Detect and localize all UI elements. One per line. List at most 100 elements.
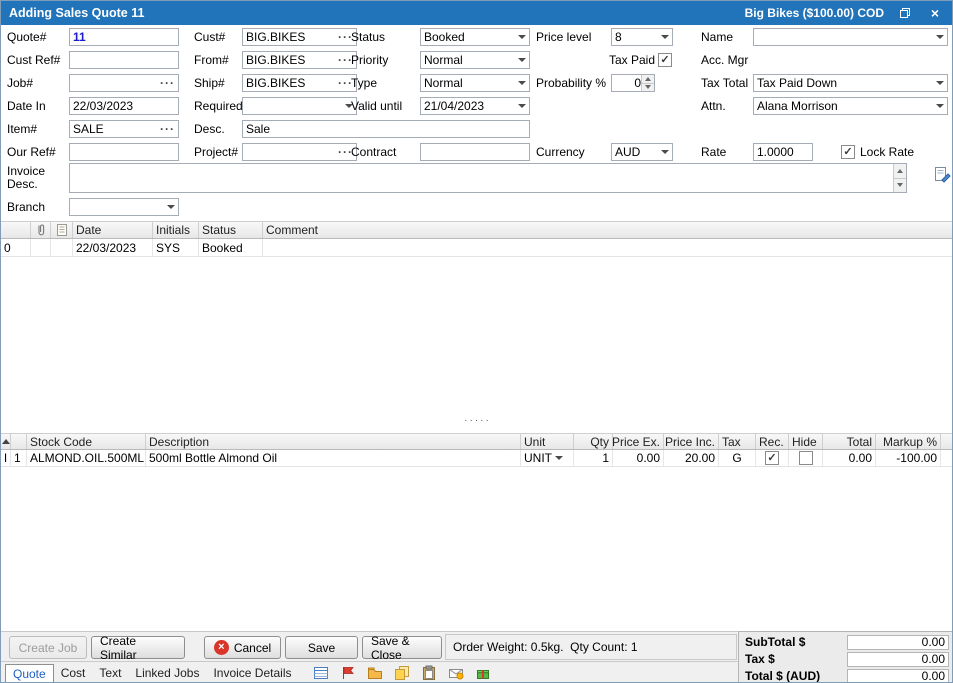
- item-qty-cell[interactable]: 1: [574, 450, 613, 466]
- unit-column-header[interactable]: Unit: [521, 434, 574, 449]
- tax-total-select[interactable]: Tax Paid Down: [753, 74, 948, 92]
- spin-up-button[interactable]: [642, 75, 654, 83]
- price-inc-column-header[interactable]: Price Inc.: [664, 434, 719, 449]
- date-in-input[interactable]: 22/03/2023: [69, 97, 179, 115]
- required-select[interactable]: [242, 97, 357, 115]
- tab-quote[interactable]: Quote: [5, 664, 54, 683]
- initials-column-header[interactable]: Initials: [153, 222, 199, 238]
- attn-select[interactable]: Alana Morrison: [753, 97, 948, 115]
- report-button[interactable]: [311, 663, 331, 683]
- currency-select[interactable]: AUD: [611, 143, 673, 161]
- comment-column-header[interactable]: Comment: [263, 222, 953, 238]
- flag-button[interactable]: [338, 663, 358, 683]
- contract-input[interactable]: [420, 143, 530, 161]
- rec-column-header[interactable]: Rec.: [756, 434, 789, 449]
- scroll-down-button[interactable]: [894, 178, 906, 193]
- cust-ref-input[interactable]: [69, 51, 179, 69]
- item-rec-cell[interactable]: ✓: [756, 450, 789, 466]
- comment-text-cell[interactable]: [263, 239, 953, 256]
- tax-paid-checkbox[interactable]: ✓: [658, 53, 672, 67]
- item-price-ex-cell[interactable]: 0.00: [613, 450, 664, 466]
- status-column-header[interactable]: Status: [199, 222, 263, 238]
- comment-attachment-cell[interactable]: [31, 239, 51, 256]
- priority-select[interactable]: Normal: [420, 51, 530, 69]
- item-table-row[interactable]: I 1 ALMOND.OIL.500ML··· 500ml Bottle Alm…: [1, 450, 953, 467]
- save-button[interactable]: Save: [285, 636, 358, 659]
- from-input[interactable]: BIG.BIKES···: [242, 51, 357, 69]
- item-stock-code-cell[interactable]: ALMOND.OIL.500ML···: [27, 450, 146, 466]
- tab-invoice-details[interactable]: Invoice Details: [206, 664, 298, 683]
- comment-status-cell[interactable]: Booked: [199, 239, 263, 256]
- scroll-up-button[interactable]: [894, 164, 906, 178]
- paste-button[interactable]: [419, 663, 439, 683]
- lookup-icon[interactable]: ···: [160, 122, 175, 136]
- rec-checkbox[interactable]: ✓: [765, 451, 779, 465]
- tax-column-header[interactable]: Tax: [719, 434, 756, 449]
- item-tax-cell[interactable]: G: [719, 450, 756, 466]
- valid-until-select[interactable]: 21/04/2023: [420, 97, 530, 115]
- item-unit-cell[interactable]: UNIT: [521, 450, 574, 466]
- folder-button[interactable]: [365, 663, 385, 683]
- acc-mgr-label: Acc. Mgr: [701, 51, 748, 69]
- create-similar-button[interactable]: Create Similar: [91, 636, 185, 659]
- tab-linked-jobs[interactable]: Linked Jobs: [128, 664, 206, 683]
- total-column-header[interactable]: Total: [823, 434, 876, 449]
- note-column-header[interactable]: [51, 222, 73, 238]
- marker-column-header[interactable]: [1, 434, 11, 449]
- ship-input[interactable]: BIG.BIKES···: [242, 74, 357, 92]
- job-input[interactable]: ···: [69, 74, 179, 92]
- item-description-cell[interactable]: 500ml Bottle Almond Oil: [146, 450, 521, 466]
- row-indicator-column-header[interactable]: [1, 222, 31, 238]
- item-markup-cell[interactable]: -100.00: [876, 450, 941, 466]
- status-select[interactable]: Booked: [420, 28, 530, 46]
- cust-input[interactable]: BIG.BIKES···: [242, 28, 357, 46]
- our-ref-input[interactable]: [69, 143, 179, 161]
- hide-column-header[interactable]: Hide: [789, 434, 823, 449]
- row-num-column-header[interactable]: [11, 434, 27, 449]
- lookup-icon[interactable]: ···: [160, 76, 175, 90]
- type-select[interactable]: Normal: [420, 74, 530, 92]
- priority-label: Priority: [351, 51, 388, 69]
- restore-button[interactable]: [896, 4, 914, 22]
- comment-date-cell[interactable]: 22/03/2023: [73, 239, 153, 256]
- name-select[interactable]: [753, 28, 948, 46]
- create-job-button[interactable]: Create Job: [9, 636, 87, 659]
- item-input[interactable]: SALE···: [69, 120, 179, 138]
- close-button[interactable]: ×: [926, 4, 944, 22]
- markup-column-header[interactable]: Markup %: [876, 434, 941, 449]
- description-column-header[interactable]: Description: [146, 434, 521, 449]
- copy-button[interactable]: [392, 663, 412, 683]
- tab-cost[interactable]: Cost: [54, 664, 93, 683]
- spin-down-button[interactable]: [642, 83, 654, 92]
- item-hide-cell[interactable]: [789, 450, 823, 466]
- item-row-num[interactable]: 1: [11, 450, 27, 466]
- branch-select[interactable]: [69, 198, 179, 216]
- comment-note-cell[interactable]: [51, 239, 73, 256]
- qty-column-header[interactable]: Qty: [574, 434, 613, 449]
- email-button[interactable]: [446, 663, 466, 683]
- comment-initials-cell[interactable]: SYS: [153, 239, 199, 256]
- probability-input[interactable]: 0: [611, 74, 655, 92]
- attachment-column-header[interactable]: [31, 222, 51, 238]
- project-input[interactable]: ···: [242, 143, 357, 161]
- price-ex-column-header[interactable]: Price Ex.: [613, 434, 664, 449]
- date-column-header[interactable]: Date: [73, 222, 153, 238]
- item-total-cell[interactable]: 0.00: [823, 450, 876, 466]
- stock-group-button[interactable]: [473, 663, 493, 683]
- desc-input[interactable]: Sale: [242, 120, 530, 138]
- comment-row-num[interactable]: 0: [1, 239, 31, 256]
- cancel-button[interactable]: ×Cancel: [204, 636, 281, 659]
- lock-rate-checkbox[interactable]: ✓: [841, 145, 855, 159]
- price-level-select[interactable]: 8: [611, 28, 673, 46]
- stock-code-column-header[interactable]: Stock Code: [27, 434, 146, 449]
- save-close-button[interactable]: Save & Close: [362, 636, 442, 659]
- hide-checkbox[interactable]: [799, 451, 813, 465]
- comment-table-row[interactable]: 0 22/03/2023 SYS Booked: [1, 239, 953, 257]
- invoice-desc-input[interactable]: [69, 163, 907, 193]
- item-price-inc-cell[interactable]: 20.00: [664, 450, 719, 466]
- rate-input[interactable]: 1.0000: [753, 143, 813, 161]
- edit-invoice-desc-button[interactable]: [932, 165, 952, 185]
- splitter-handle[interactable]: ·····: [1, 411, 953, 429]
- quote-input[interactable]: 11: [69, 28, 179, 46]
- tab-text[interactable]: Text: [92, 664, 128, 683]
